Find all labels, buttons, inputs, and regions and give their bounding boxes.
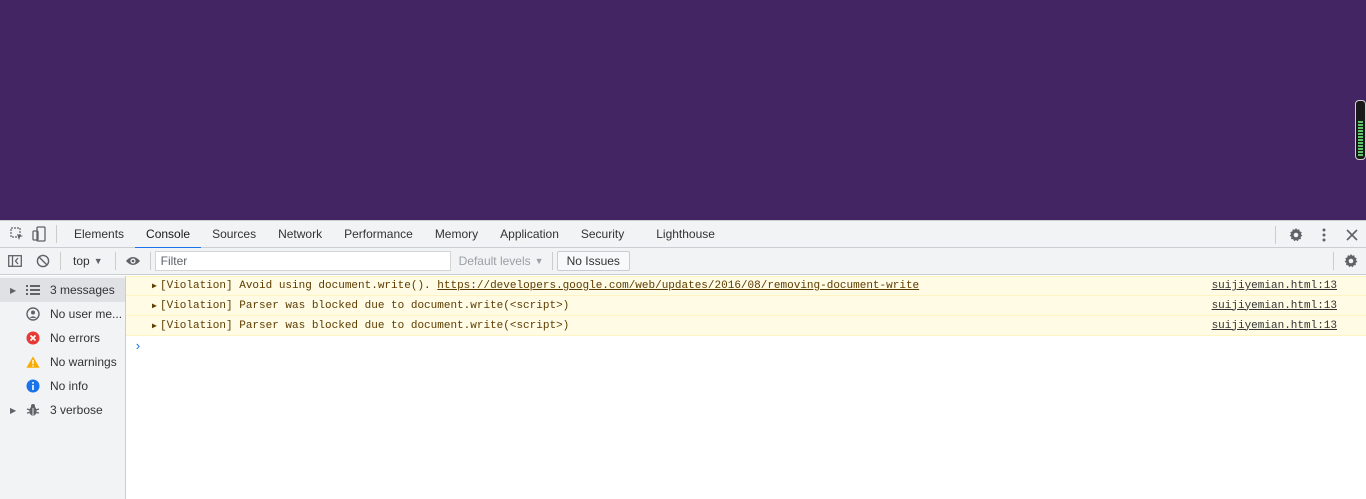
message-source-link[interactable]: suijiyemian.html:13 (1212, 300, 1337, 312)
sidebar-item-label: 3 verbose (50, 403, 103, 417)
tab-console[interactable]: Console (135, 221, 202, 249)
chevron-down-icon: ▼ (534, 256, 544, 266)
sidebar-item-label: 3 messages (50, 283, 115, 297)
sidebar-item-info[interactable]: No info (0, 374, 125, 398)
log-levels-dropdown[interactable]: Default levels ▼ (451, 250, 552, 272)
message-source-link[interactable]: suijiyemian.html:13 (1212, 280, 1337, 292)
message-source-link[interactable]: suijiyemian.html:13 (1212, 320, 1337, 332)
sidebar-item-label: No info (50, 379, 89, 393)
expand-arrow-icon[interactable]: ▶ (152, 301, 157, 311)
tab-memory[interactable]: Memory (424, 221, 489, 248)
tab-security[interactable]: Security (570, 221, 635, 248)
console-message[interactable]: ▶ [Violation] Parser was blocked due to … (126, 296, 1366, 316)
expand-arrow-icon[interactable]: ▶ (10, 286, 20, 295)
settings-gear-icon[interactable] (1282, 224, 1310, 246)
sidebar-item-label: No user me... (50, 307, 123, 321)
sidebar-item-errors[interactable]: No errors (0, 326, 125, 350)
device-toolbar-icon[interactable] (28, 223, 50, 245)
message-text: [Violation] Avoid using document.write()… (160, 280, 920, 292)
bug-icon (26, 403, 40, 417)
prompt-chevron-icon: › (134, 338, 142, 354)
message-text: [Violation] Parser was blocked due to do… (160, 299, 570, 312)
sidebar-item-label: No errors (50, 331, 101, 345)
list-icon (26, 283, 40, 297)
tab-application[interactable]: Application (489, 221, 570, 248)
warning-icon (26, 355, 40, 369)
tab-elements[interactable]: Elements (63, 221, 135, 248)
inspect-element-icon[interactable] (6, 223, 28, 245)
console-messages: ▶ [Violation] Avoid using document.write… (126, 276, 1366, 499)
tab-sources[interactable]: Sources (201, 221, 267, 248)
more-options-icon[interactable] (1310, 224, 1338, 246)
filter-input[interactable] (154, 251, 451, 271)
show-sidebar-icon[interactable] (4, 250, 26, 272)
tab-network[interactable]: Network (267, 221, 333, 248)
sidebar-item-user-messages[interactable]: No user me... (0, 302, 125, 326)
console-message[interactable]: ▶ [Violation] Parser was blocked due to … (126, 316, 1366, 336)
user-icon (26, 307, 40, 321)
info-icon (26, 379, 40, 393)
error-icon (26, 331, 40, 345)
close-icon[interactable] (1338, 224, 1366, 246)
sidebar-item-messages[interactable]: ▶ 3 messages (0, 278, 125, 302)
tab-lighthouse[interactable]: Lighthouse (635, 221, 726, 248)
sidebar-item-label: No warnings (50, 355, 117, 369)
issues-button[interactable]: No Issues (556, 251, 630, 271)
console-toolbar: top ▼ Default levels ▼ No Issues (0, 248, 1366, 275)
expand-arrow-icon[interactable]: ▶ (152, 281, 157, 291)
devtools-tabbar: Elements Console Sources Network Perform… (0, 220, 1366, 249)
log-levels-label: Default levels (458, 254, 531, 268)
message-text: [Violation] Parser was blocked due to do… (160, 319, 570, 332)
console-settings-gear-icon[interactable] (1340, 250, 1362, 272)
console-message[interactable]: ▶ [Violation] Avoid using document.write… (126, 276, 1366, 296)
console-prompt[interactable]: › (126, 336, 1366, 356)
chevron-down-icon: ▼ (93, 256, 103, 266)
clear-console-icon[interactable] (32, 250, 54, 272)
context-selector[interactable]: top ▼ (67, 250, 109, 272)
console-sidebar: ▶ 3 messages No user me... No errors No … (0, 276, 126, 499)
expand-arrow-icon[interactable]: ▶ (10, 406, 20, 415)
expand-arrow-icon[interactable]: ▶ (152, 321, 157, 331)
page-viewport (0, 0, 1366, 220)
volume-meter (1355, 100, 1366, 160)
sidebar-item-verbose[interactable]: ▶ 3 verbose (0, 398, 125, 422)
sidebar-item-warnings[interactable]: No warnings (0, 350, 125, 374)
context-label: top (73, 254, 90, 268)
live-expression-eye-icon[interactable] (122, 250, 144, 272)
tab-performance[interactable]: Performance (333, 221, 424, 248)
devtools-panel: Elements Console Sources Network Perform… (0, 220, 1366, 499)
message-link[interactable]: https://developers.google.com/web/update… (437, 280, 919, 292)
